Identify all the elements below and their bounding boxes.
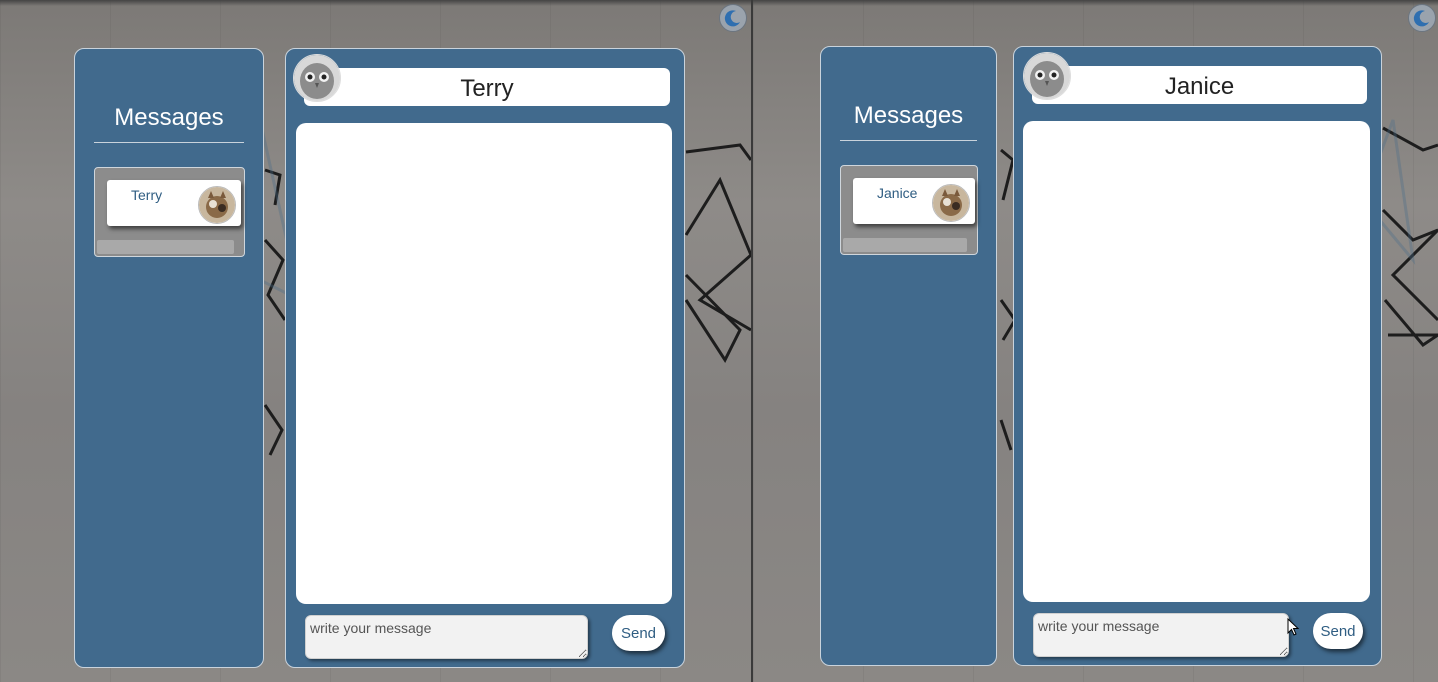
- theme-toggle-button[interactable]: [719, 4, 747, 32]
- messages-sidebar: Messages Terry: [74, 48, 264, 668]
- chat-header-name: Janice: [1032, 66, 1367, 104]
- moon-icon: [1413, 10, 1429, 27]
- owl-avatar-icon: [293, 54, 341, 102]
- chat-header-name: Terry: [304, 68, 670, 106]
- theme-toggle-button[interactable]: [1408, 4, 1436, 32]
- message-input[interactable]: [305, 615, 588, 659]
- owl-avatar-icon: [1023, 52, 1071, 100]
- conversation-item-header: Terry: [107, 180, 241, 226]
- send-button[interactable]: Send: [612, 615, 665, 651]
- mouse-cursor-icon: [1287, 618, 1300, 636]
- chat-panel: Terry Send: [285, 48, 685, 668]
- message-input[interactable]: [1033, 613, 1289, 657]
- moon-icon: [724, 10, 740, 27]
- sidebar-title: Messages: [853, 102, 964, 129]
- chat-messages-area[interactable]: [1023, 121, 1370, 602]
- conversation-name: Terry: [131, 187, 163, 203]
- sidebar-title: Messages: [114, 104, 224, 131]
- send-button[interactable]: Send: [1313, 613, 1363, 649]
- conversation-preview-bar: [843, 238, 967, 252]
- app-window-left: Messages Terry Terry write your message …: [0, 0, 751, 682]
- sidebar-divider: [94, 142, 244, 143]
- conversation-name: Janice: [877, 185, 918, 201]
- sidebar-divider: [840, 140, 977, 141]
- conversation-preview-bar: [97, 240, 234, 254]
- app-window-right: Messages Janice Janice write your messag…: [753, 0, 1438, 682]
- chat-panel: Janice Send: [1013, 46, 1382, 666]
- cat-avatar-icon: [932, 184, 970, 222]
- chat-messages-area[interactable]: [296, 123, 672, 604]
- conversation-item[interactable]: Janice: [840, 165, 978, 255]
- messages-sidebar: Messages Janice: [820, 46, 997, 666]
- conversation-item-header: Janice: [853, 178, 975, 224]
- cat-avatar-icon: [198, 186, 236, 224]
- conversation-item[interactable]: Terry: [94, 167, 245, 257]
